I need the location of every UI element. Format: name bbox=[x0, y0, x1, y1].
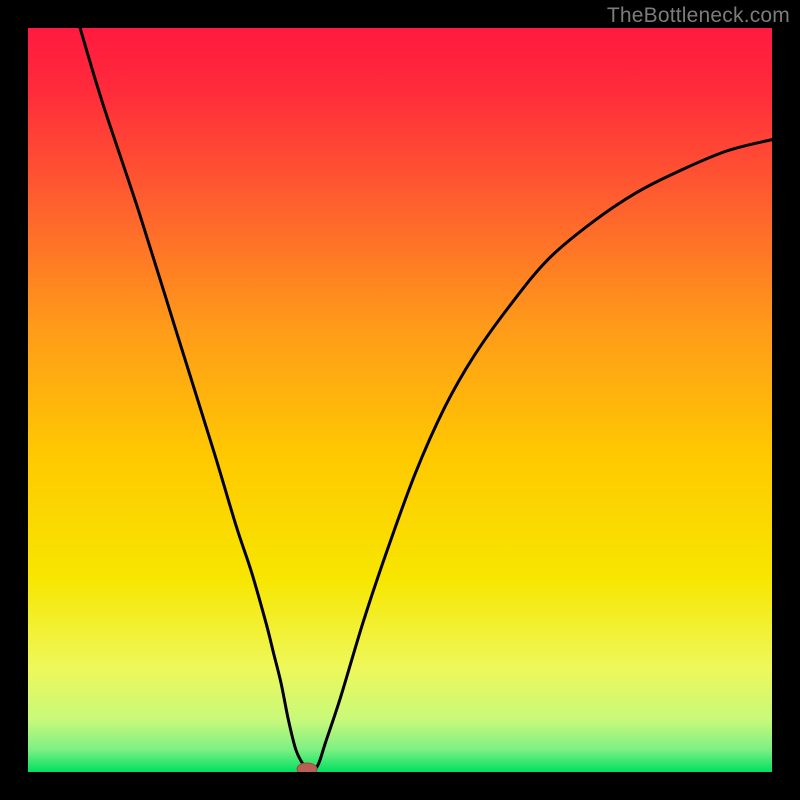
chart-frame: TheBottleneck.com bbox=[0, 0, 800, 800]
plot-area bbox=[28, 28, 772, 772]
optimal-point-marker bbox=[297, 763, 317, 772]
chart-svg bbox=[28, 28, 772, 772]
attribution-label: TheBottleneck.com bbox=[607, 4, 790, 28]
gradient-background bbox=[28, 28, 772, 772]
